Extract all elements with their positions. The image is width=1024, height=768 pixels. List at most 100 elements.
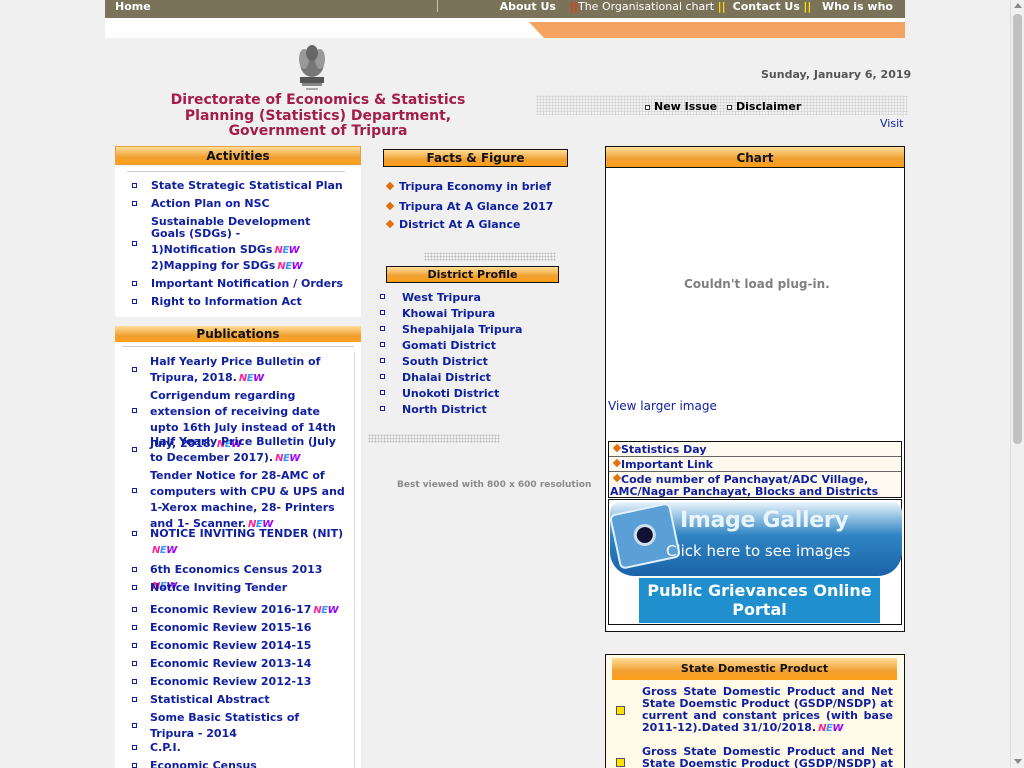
activities-list: State Strategic Statistical Plan Action … [115,166,361,317]
square-bullet-icon [132,488,137,493]
sdg-notification-label: 1)Notification SDGs [151,243,273,256]
square-bullet-icon [380,326,385,331]
important-link-label: Important Link [621,458,713,471]
new-badge-icon: NEW [277,261,303,272]
sdp-item-1[interactable]: Gross State Domestic Product and Net Sta… [642,686,893,735]
facts-link-district-glance[interactable]: District At A Glance [399,218,521,231]
header-banner [105,22,905,38]
nav-links: About Us ||The Organisational chart || Co… [500,0,893,13]
sdg-mapping-label: 2)Mapping for SDGs [151,259,276,272]
sdg-mapping-link[interactable]: 2)Mapping for SDGs NEW [151,260,347,273]
new-issue-link[interactable]: New Issue [645,100,717,113]
facts-figure-header: Facts & Figure [383,149,568,167]
publication-label: Some Basic Statistics of Tripura - 2014 [150,711,300,740]
publication-label: Economic Census [150,759,257,768]
publication-label: Tender Notice for 28-AMC of computers wi… [150,468,346,533]
square-bullet-icon [132,625,137,630]
scrollbar-thumb[interactable] [1013,14,1022,444]
panchayat-code-label: Code number of Panchayat/ADC Village, AM… [610,473,879,498]
district-label: Shepahijala Tripura [402,323,523,336]
square-bullet-icon [132,408,137,413]
dotted-divider [368,434,500,443]
district-label: Khowai Tripura [402,307,496,320]
nav-about-us[interactable]: About Us [500,0,556,13]
sdg-notification-link[interactable]: 1)Notification SDGs NEW [151,244,347,257]
state-emblem-icon [299,45,325,90]
new-badge-icon: NEW [275,453,300,464]
statistics-day-link[interactable]: Statistics Day [609,442,901,457]
square-bullet-icon [132,763,137,768]
district-label: Gomati District [402,339,497,352]
nav-org-chart[interactable]: The Organisational chart [578,0,714,13]
square-bullet-icon [132,607,137,612]
pgo-line-2: Portal [732,600,787,619]
nav-divider [437,0,438,12]
view-larger-image-link[interactable]: View larger image [608,399,717,413]
district-label: Dhalai District [402,371,491,384]
facts-link-glance-2017[interactable]: Tripura At A Glance 2017 [399,200,553,213]
square-bullet-icon [132,745,137,750]
square-bullet-icon [645,104,650,110]
square-bullet-icon [132,567,137,572]
nav-who-is-who[interactable]: Who is who [822,0,893,13]
public-grievances-portal-banner[interactable]: Public Grievances Online Portal [639,578,880,623]
image-gallery-banner[interactable]: Image Gallery Click here to see images [610,502,902,576]
sdp-item-label: Gross State Domestic Product and Net Sta… [642,685,893,734]
panchayat-code-link[interactable]: Code number of Panchayat/ADC Village, AM… [609,472,901,498]
site-title: Directorate of Economics & Statistics Pl… [158,92,478,140]
quick-links-box: Statistics Day Important Link Code numbe… [608,441,902,498]
publication-label: Economic Review 2016-17 NEW [150,602,346,619]
new-badge-icon: NEW [313,605,339,616]
disclaimer-label: Disclaimer [736,100,802,113]
important-link[interactable]: Important Link [609,457,901,472]
nav-separator: || [569,0,578,13]
publication-label: Economic Review 2014-15 [150,639,312,652]
facts-link-economy[interactable]: Tripura Economy in brief [399,180,551,193]
district-profile-header: District Profile [386,266,559,283]
square-bullet-icon [132,447,137,452]
nav-home[interactable]: Home [115,0,151,13]
square-bullet-icon [380,342,385,347]
visitor-marquee: Visit [880,117,904,130]
square-bullet-icon [380,310,385,315]
scroll-up-icon[interactable] [1014,3,1022,8]
publication-label: C.P.I. [150,741,181,754]
square-bullet-icon [132,723,137,728]
chart-header: Chart [605,146,905,168]
publication-label: Economic Review 2015-16 [150,621,312,634]
diamond-bullet-icon [385,201,395,211]
dotted-divider [536,95,908,115]
square-bullet-icon [380,294,385,299]
district-label: West Tripura [402,291,481,304]
publication-label: Half Yearly Price Bulletin (July to Dece… [150,434,346,467]
activities-header: Activities [115,146,361,165]
publication-label: Notice Inviting Tender [150,581,288,594]
square-bullet-icon [132,183,137,188]
square-bullet-icon [132,697,137,702]
diamond-bullet-icon [612,443,622,453]
sdp-item-2[interactable]: Gross State Domestic Product and Net Sta… [642,746,893,768]
diamond-bullet-icon [385,219,395,229]
scroll-down-icon[interactable] [1014,759,1022,764]
square-bullet-icon [132,299,137,304]
square-bullet-icon [132,281,137,286]
publication-label: Statistical Abstract [150,693,270,706]
title-line-3: Government of Tripura [228,123,408,139]
square-bullet-icon [132,241,137,246]
square-bullet-icon [380,358,385,363]
activity-label: State Strategic Statistical Plan [151,179,343,192]
diamond-bullet-icon [385,181,395,191]
disclaimer-link[interactable]: Disclaimer [727,100,801,113]
vertical-scrollbar[interactable] [1010,0,1024,768]
pgo-line-1: Public Grievances Online [647,581,872,600]
publications-header: Publications [115,326,361,342]
new-badge-icon: NEW [238,373,264,384]
square-bullet-icon [132,661,137,666]
dotted-divider [424,252,556,261]
district-label: North District [402,403,487,416]
nav-contact-us[interactable]: Contact Us [733,0,800,13]
sdp-header: State Domestic Product [612,658,897,680]
title-line-1: Directorate of Economics & Statistics [170,92,466,108]
square-bullet-icon [132,679,137,684]
sdg-label[interactable]: Sustainable Development Goals (SDGs) - [151,216,347,240]
